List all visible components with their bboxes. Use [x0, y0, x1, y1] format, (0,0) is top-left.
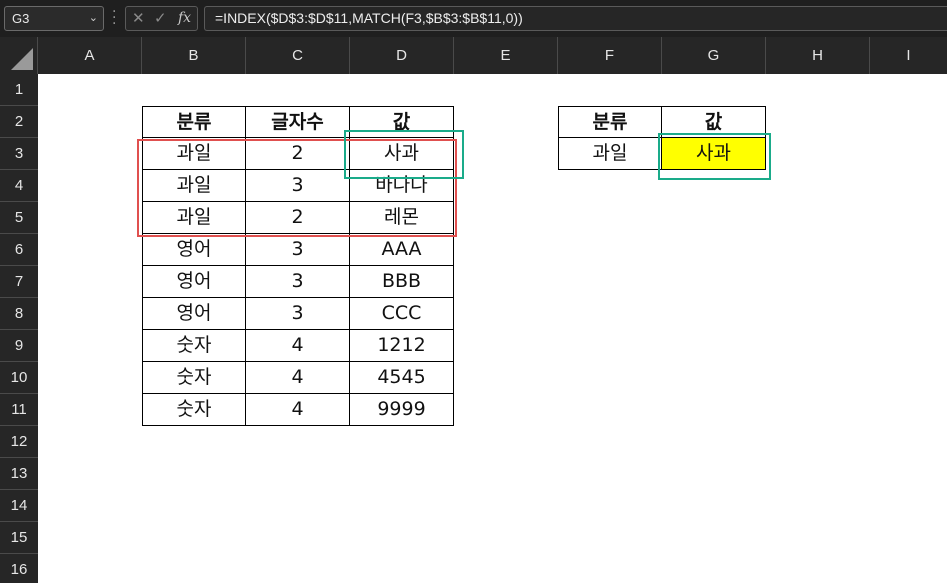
row-header-1[interactable]: 1 — [0, 74, 38, 106]
cell-b3[interactable]: 과일 — [142, 138, 246, 170]
cell-c5[interactable]: 2 — [246, 202, 350, 234]
name-box-value: G3 — [12, 11, 30, 26]
row-header-7[interactable]: 7 — [0, 266, 38, 298]
cell-d9[interactable]: 1212 — [350, 330, 454, 362]
cell-b9[interactable]: 숫자 — [142, 330, 246, 362]
column-header-e[interactable]: E — [454, 37, 558, 74]
cell-f3-lookup-key[interactable]: 과일 — [558, 138, 662, 170]
cell-d11[interactable]: 9999 — [350, 394, 454, 426]
row-header-5[interactable]: 5 — [0, 202, 38, 234]
column-header-f[interactable]: F — [558, 37, 662, 74]
cell-g2-header[interactable]: 값 — [662, 106, 766, 138]
row-header-2[interactable]: 2 — [0, 106, 38, 138]
cell-b5[interactable]: 과일 — [142, 202, 246, 234]
cell-f2-header[interactable]: 분류 — [558, 106, 662, 138]
cell-d4[interactable]: 바나나 — [350, 170, 454, 202]
row-header-12[interactable]: 12 — [0, 426, 38, 458]
column-header-b[interactable]: B — [142, 37, 246, 74]
cell-c9[interactable]: 4 — [246, 330, 350, 362]
column-header-h[interactable]: H — [766, 37, 870, 74]
column-header-c[interactable]: C — [246, 37, 350, 74]
row-header-3[interactable]: 3 — [0, 138, 38, 170]
cell-c3[interactable]: 2 — [246, 138, 350, 170]
select-all-button[interactable] — [0, 37, 38, 74]
row-header-10[interactable]: 10 — [0, 362, 38, 394]
cell-b7[interactable]: 영어 — [142, 266, 246, 298]
insert-function-button[interactable]: fx — [178, 10, 191, 26]
column-header-g[interactable]: G — [662, 37, 766, 74]
row-header-4[interactable]: 4 — [0, 170, 38, 202]
row-header-11[interactable]: 11 — [0, 394, 38, 426]
row-header-15[interactable]: 15 — [0, 522, 38, 554]
cell-b10[interactable]: 숫자 — [142, 362, 246, 394]
cell-d2-header[interactable]: 값 — [350, 106, 454, 138]
cell-b8[interactable]: 영어 — [142, 298, 246, 330]
formula-input[interactable]: =INDEX($D$3:$D$11,MATCH(F3,$B$3:$B$11,0)… — [204, 6, 947, 31]
name-box[interactable]: G3 ⌄ — [4, 6, 104, 31]
formula-toolbar: G3 ⌄ · · · ✕ ✓ fx =INDEX($D$3:$D$11,MATCH(… — [0, 0, 947, 37]
cancel-icon[interactable]: ✕ — [132, 9, 145, 27]
row-header-9[interactable]: 9 — [0, 330, 38, 362]
cell-b4[interactable]: 과일 — [142, 170, 246, 202]
cell-b11[interactable]: 숫자 — [142, 394, 246, 426]
cell-b2-header[interactable]: 분류 — [142, 106, 246, 138]
column-header-i[interactable]: I — [870, 37, 947, 74]
row-header-8[interactable]: 8 — [0, 298, 38, 330]
column-header-a[interactable]: A — [38, 37, 142, 74]
cell-c6[interactable]: 3 — [246, 234, 350, 266]
formula-buttons: ✕ ✓ fx — [125, 6, 198, 31]
enter-check-icon[interactable]: ✓ — [154, 9, 167, 27]
cell-g3-result[interactable]: 사과 — [662, 138, 766, 170]
cell-d8[interactable]: CCC — [350, 298, 454, 330]
cell-c10[interactable]: 4 — [246, 362, 350, 394]
cell-c11[interactable]: 4 — [246, 394, 350, 426]
row-header-16[interactable]: 16 — [0, 554, 38, 583]
row-header-6[interactable]: 6 — [0, 234, 38, 266]
cell-c8[interactable]: 3 — [246, 298, 350, 330]
row-header-13[interactable]: 13 — [0, 458, 38, 490]
column-header-d[interactable]: D — [350, 37, 454, 74]
cell-d10[interactable]: 4545 — [350, 362, 454, 394]
cell-d7[interactable]: BBB — [350, 266, 454, 298]
cell-d5[interactable]: 레몬 — [350, 202, 454, 234]
row-header-14[interactable]: 14 — [0, 490, 38, 522]
select-all-triangle-icon — [11, 48, 33, 70]
cell-c7[interactable]: 3 — [246, 266, 350, 298]
more-options-icon[interactable]: · · · — [112, 5, 116, 31]
cell-d6[interactable]: AAA — [350, 234, 454, 266]
cell-b6[interactable]: 영어 — [142, 234, 246, 266]
cell-c2-header[interactable]: 글자수 — [246, 106, 350, 138]
cell-d3[interactable]: 사과 — [350, 138, 454, 170]
chevron-down-icon[interactable]: ⌄ — [89, 7, 98, 30]
cell-c4[interactable]: 3 — [246, 170, 350, 202]
